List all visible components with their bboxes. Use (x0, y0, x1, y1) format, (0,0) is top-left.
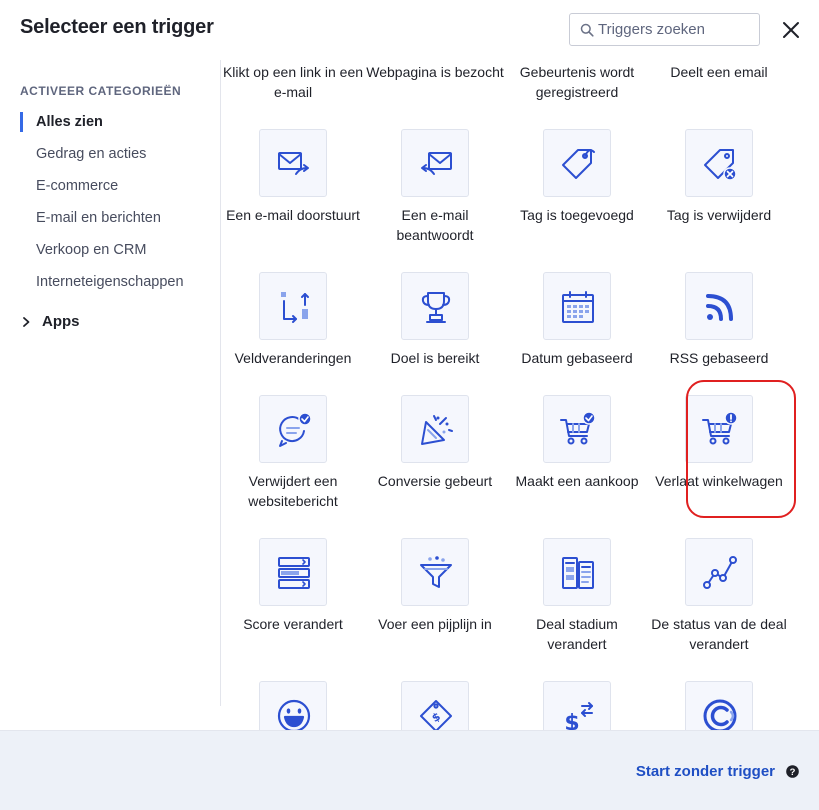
trophy-icon (421, 292, 451, 323)
trigger-label: Webpagina is bezocht (366, 64, 504, 80)
svg-text:$: $ (430, 710, 443, 725)
tag-added-icon (562, 149, 595, 179)
category-sidebar: ACTIVEER CATEGORIEËN Alles zien Gedrag e… (0, 60, 221, 706)
trigger-label: Maakt een aankoop (515, 473, 639, 489)
price-tag-icon: $ (420, 700, 452, 730)
trigger-label: De status van de deal verandert (651, 616, 787, 652)
svg-text:?: ? (790, 767, 796, 778)
search-input[interactable] (598, 15, 756, 44)
tag-removed-icon (704, 149, 737, 181)
trigger-label: Verwijdert een websitebericht (248, 473, 338, 509)
start-without-trigger-link[interactable]: Start zonder trigger (636, 763, 775, 780)
currency-exchange-icon: $ (564, 702, 593, 730)
dialog-title: Selecteer een trigger (20, 16, 214, 38)
trigger-label: Score verandert (243, 616, 343, 632)
trigger-label: Tag is verwijderd (666, 207, 772, 223)
field-change-icon (281, 292, 309, 323)
help-icon[interactable]: ? (786, 765, 799, 778)
trigger-label: RSS gebaseerd (669, 350, 769, 366)
cart-alert-icon (702, 411, 738, 445)
category-behavior[interactable]: Gedrag en acties (20, 142, 210, 166)
party-popper-icon (421, 415, 453, 445)
category-ecommerce[interactable]: E-commerce (20, 174, 210, 198)
search-icon (580, 23, 594, 37)
forward-email-icon (278, 152, 309, 175)
close-icon[interactable] (780, 19, 802, 41)
line-chart-icon (703, 556, 737, 589)
trigger-label: Voer een pijplijn in (378, 616, 492, 632)
trigger-label: Veldveranderingen (234, 350, 352, 366)
rss-icon (706, 294, 733, 321)
apps-label: Apps (42, 313, 80, 330)
reply-email-icon (421, 152, 452, 175)
trigger-label: Een e-mail doorstuurt (226, 207, 360, 223)
category-heading: ACTIVEER CATEGORIEËN (20, 84, 182, 98)
category-all[interactable]: Alles zien (20, 110, 210, 134)
dialog-footer: Start zonder trigger ? (0, 730, 819, 810)
trigger-label: Deal stadium verandert (536, 616, 618, 652)
category-web-properties[interactable]: Interneteigenschappen (20, 270, 210, 294)
chevron-right-icon (23, 317, 30, 327)
trigger-label: Datum gebaseerd (521, 350, 633, 366)
apps-toggle[interactable]: Apps (20, 310, 80, 334)
trigger-label: Verlaat winkelwagen (655, 473, 783, 489)
category-email-messages[interactable]: E-mail en berichten (20, 206, 210, 230)
calendly-icon (703, 699, 737, 730)
calendar-icon (562, 291, 594, 323)
smiley-icon (277, 699, 311, 730)
funnel-icon (420, 556, 452, 588)
trigger-label: Gebeurtenis wordt geregistreerd (519, 64, 635, 100)
search-field[interactable] (569, 13, 760, 46)
cart-check-icon (560, 411, 596, 445)
svg-text:$: $ (564, 711, 579, 730)
trigger-label: Conversie gebeurt (377, 473, 493, 489)
trigger-label: Klikt op een link in een e-mail (222, 64, 364, 100)
trigger-label: Doel is bereikt (390, 350, 480, 366)
category-sales-crm[interactable]: Verkoop en CRM (20, 238, 210, 262)
score-icon (278, 557, 310, 589)
site-message-icon (279, 412, 312, 447)
dialog-header: Selecteer een trigger (0, 0, 819, 60)
trigger-label: Deelt een email (670, 64, 768, 80)
trigger-label: Tag is toegevoegd (520, 207, 634, 223)
deal-stage-icon (562, 557, 594, 589)
trigger-label: Een e-mail beantwoordt (396, 207, 474, 243)
trigger-grid: Klikt op een link in een e-mail Webpagin… (222, 60, 819, 730)
